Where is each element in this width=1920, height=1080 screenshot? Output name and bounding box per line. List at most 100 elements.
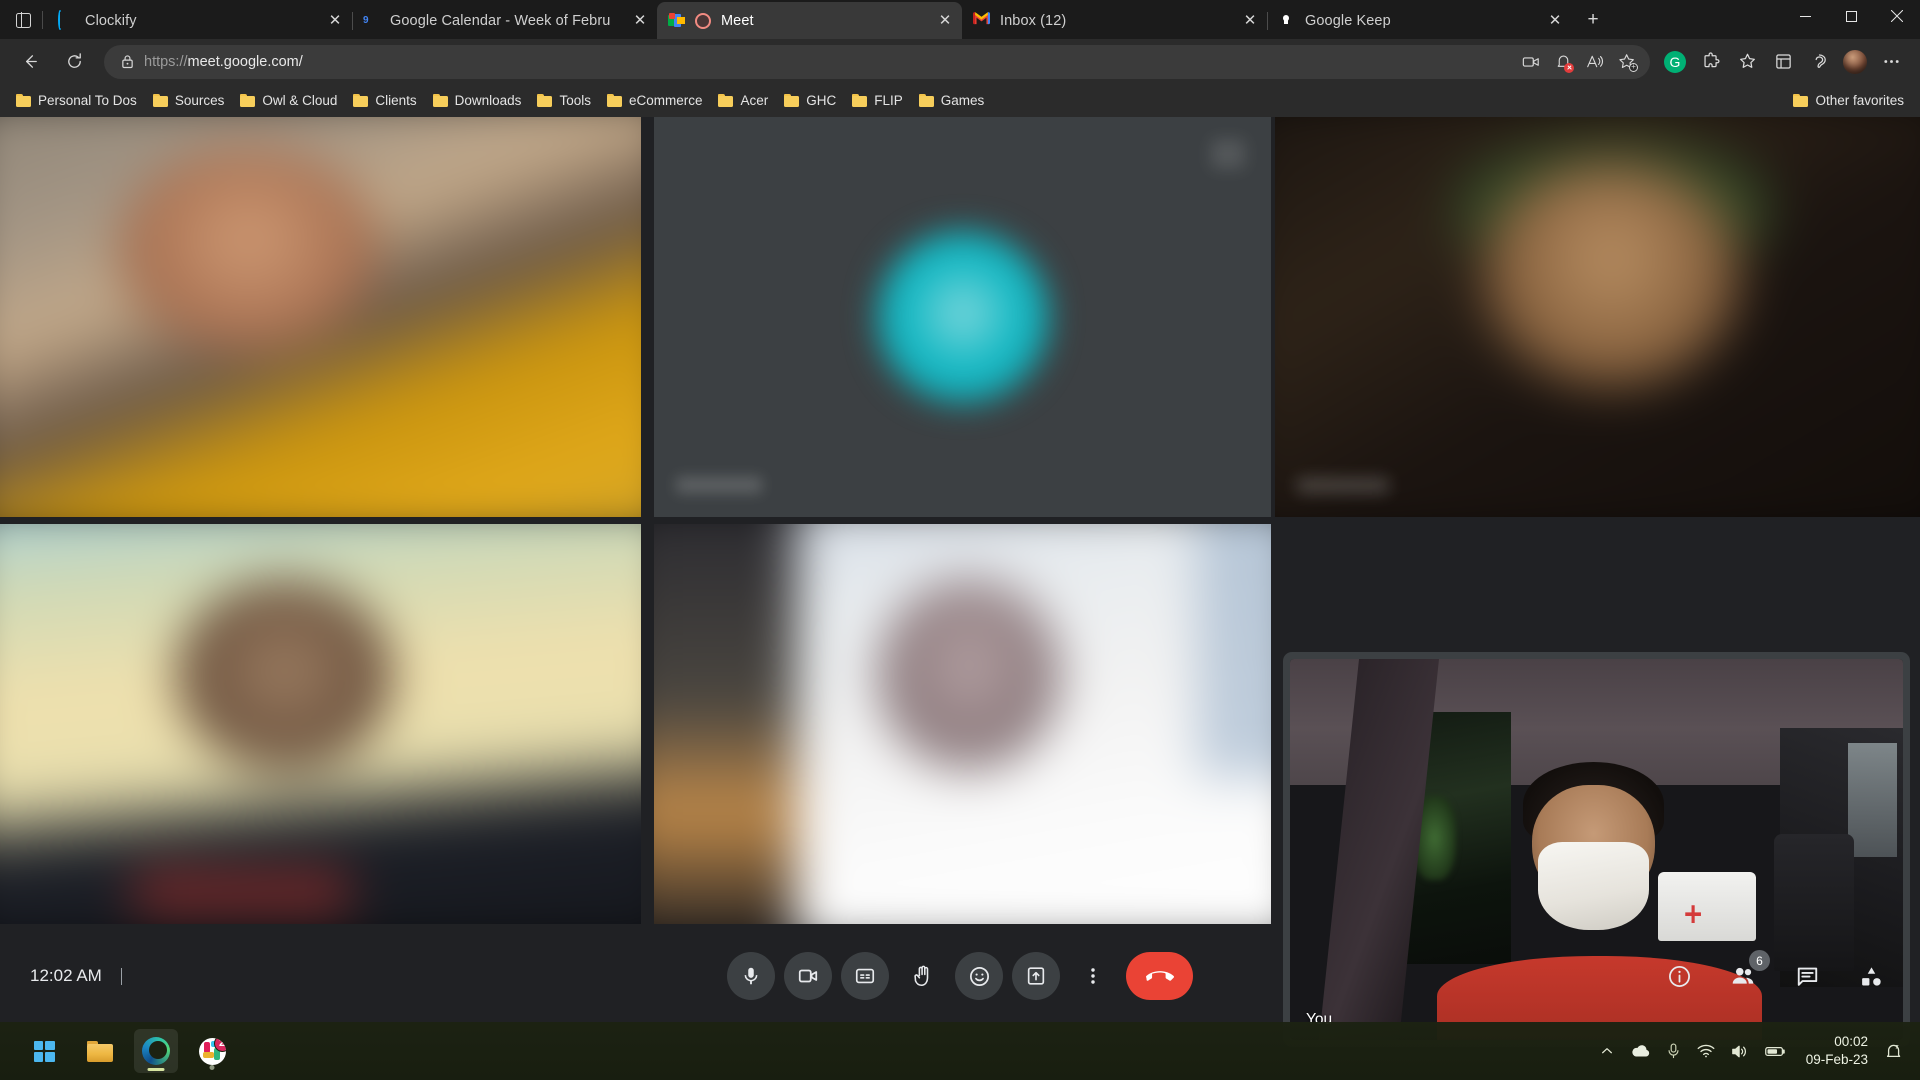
- participant-tile-1[interactable]: [0, 117, 641, 517]
- tab-inbox[interactable]: Inbox (12) ✕: [962, 2, 1268, 39]
- folder-icon: [537, 94, 553, 107]
- bookmark-label: GHC: [806, 93, 837, 108]
- bookmark-acer[interactable]: Acer: [710, 88, 776, 113]
- microphone-active-indicator[interactable]: [695, 12, 711, 29]
- right-controls: 6: [1658, 950, 1892, 997]
- meeting-time: 12:02 AM: [30, 966, 102, 985]
- bookmark-owl-and-cloud[interactable]: Owl & Cloud: [232, 88, 345, 113]
- activities-button[interactable]: [1850, 955, 1892, 997]
- address-bar-url: https://meet.google.com/: [144, 53, 303, 70]
- participant-video-4: [0, 524, 641, 924]
- battery-icon[interactable]: [1764, 1045, 1786, 1058]
- slack-button[interactable]: 2: [190, 1029, 234, 1073]
- grammarly-extension-button[interactable]: G: [1658, 45, 1692, 79]
- folder-icon: [16, 94, 31, 107]
- grammarly-avatar: G: [1664, 50, 1686, 73]
- tab-meet[interactable]: Meet ✕: [657, 2, 962, 39]
- tab-title: Inbox (12): [1000, 12, 1067, 29]
- settings-and-more-button[interactable]: [1874, 45, 1908, 79]
- tab-title: Google Keep: [1305, 12, 1391, 29]
- captions-button[interactable]: [841, 952, 889, 1000]
- center-controls: [727, 952, 1193, 1000]
- slack-icon: 2: [198, 1037, 226, 1065]
- folder-icon: [1793, 94, 1809, 107]
- wifi-icon[interactable]: [1697, 1044, 1715, 1058]
- minimize-button[interactable]: [1782, 0, 1828, 32]
- bookmark-downloads[interactable]: Downloads: [425, 88, 530, 113]
- bookmark-other-favorites[interactable]: Other favorites: [1785, 88, 1912, 113]
- camera-button[interactable]: [784, 952, 832, 1000]
- participant-tile-5[interactable]: [654, 524, 1271, 924]
- profile-button[interactable]: [1838, 45, 1872, 79]
- bookmark-label: Owl & Cloud: [262, 93, 338, 108]
- file-explorer-button[interactable]: [78, 1029, 122, 1073]
- microsoft-edge-icon: [142, 1037, 170, 1065]
- tab-close-button[interactable]: ✕: [322, 8, 348, 34]
- more-options-button[interactable]: [1069, 952, 1117, 1000]
- notification-bell-icon[interactable]: [1548, 47, 1578, 77]
- folder-icon: [606, 94, 622, 107]
- participant-tile-4[interactable]: [0, 524, 641, 924]
- google-keep-icon: [1278, 12, 1295, 29]
- maximize-button[interactable]: [1828, 0, 1874, 32]
- refresh-button[interactable]: [56, 44, 92, 80]
- bookmark-clients[interactable]: Clients: [345, 88, 424, 113]
- bookmarks-bar: Personal To Dos Sources Owl & Cloud Clie…: [0, 84, 1920, 117]
- participant-count-badge: 6: [1749, 950, 1770, 971]
- folder-icon: [852, 94, 868, 107]
- folder-icon: [152, 94, 168, 107]
- participant-name-blurred-2: [676, 477, 762, 493]
- raise-hand-button[interactable]: [898, 952, 946, 1000]
- participant-name-blurred-3: [1297, 478, 1389, 493]
- notifications-silent-bell-icon[interactable]: z: [1884, 1042, 1904, 1060]
- edge-browser-button[interactable]: [134, 1029, 178, 1073]
- add-favorite-icon[interactable]: +: [1612, 47, 1642, 77]
- reactions-button[interactable]: [955, 952, 1003, 1000]
- close-button[interactable]: [1874, 0, 1920, 32]
- tab-title: Clockify: [85, 12, 137, 29]
- bookmark-label: Personal To Dos: [38, 93, 137, 108]
- back-button[interactable]: [12, 44, 48, 80]
- folder-icon: [240, 94, 256, 107]
- chat-button[interactable]: [1786, 955, 1828, 997]
- tab-close-button[interactable]: ✕: [932, 8, 958, 34]
- tab-google-calendar[interactable]: Google Calendar - Week of Febru ✕: [352, 2, 657, 39]
- present-screen-button[interactable]: [1012, 952, 1060, 1000]
- new-tab-button[interactable]: +: [1578, 5, 1608, 35]
- collections-button[interactable]: [1766, 45, 1800, 79]
- end-call-button[interactable]: [1126, 952, 1193, 1000]
- onedrive-cloud-icon[interactable]: [1630, 1044, 1650, 1058]
- read-aloud-icon[interactable]: [1580, 47, 1610, 77]
- tab-actions-sidebar-button[interactable]: [6, 3, 40, 37]
- browser-essentials-button[interactable]: [1802, 45, 1836, 79]
- show-hidden-icons-chevron[interactable]: [1600, 1044, 1614, 1058]
- participant-tile-3[interactable]: [1275, 117, 1920, 517]
- folder-icon: [432, 94, 448, 107]
- bookmark-sources[interactable]: Sources: [145, 88, 233, 113]
- tab-close-button[interactable]: ✕: [627, 8, 653, 34]
- participant-tile-2[interactable]: [654, 117, 1271, 517]
- meeting-details-button[interactable]: [1658, 955, 1700, 997]
- address-bar[interactable]: https://meet.google.com/ +: [104, 44, 1650, 79]
- bookmark-games[interactable]: Games: [911, 88, 993, 113]
- bookmark-ghc[interactable]: GHC: [776, 88, 844, 113]
- tab-close-button[interactable]: ✕: [1542, 8, 1568, 34]
- bookmark-personal-to-dos[interactable]: Personal To Dos: [8, 88, 145, 113]
- omnibox-actions: +: [1516, 47, 1644, 77]
- tab-close-button[interactable]: ✕: [1237, 8, 1263, 34]
- start-button[interactable]: [22, 1029, 66, 1073]
- microphone-button[interactable]: [727, 952, 775, 1000]
- tab-clockify[interactable]: Clockify ✕: [47, 2, 353, 39]
- show-everyone-button[interactable]: 6: [1722, 950, 1770, 997]
- bookmark-tools[interactable]: Tools: [529, 88, 599, 113]
- microphone-icon[interactable]: [1666, 1043, 1681, 1059]
- bookmark-label: Acer: [740, 93, 769, 108]
- bookmark-ecommerce[interactable]: eCommerce: [599, 88, 711, 113]
- bookmark-flip[interactable]: FLIP: [844, 88, 911, 113]
- tab-google-keep[interactable]: Google Keep ✕: [1267, 2, 1572, 39]
- extensions-button[interactable]: [1694, 45, 1728, 79]
- camera-icon[interactable]: [1516, 47, 1546, 77]
- taskbar-clock[interactable]: 00:02 09-Feb-23: [1806, 1033, 1868, 1069]
- volume-icon[interactable]: [1731, 1044, 1749, 1059]
- favorites-button[interactable]: [1730, 45, 1764, 79]
